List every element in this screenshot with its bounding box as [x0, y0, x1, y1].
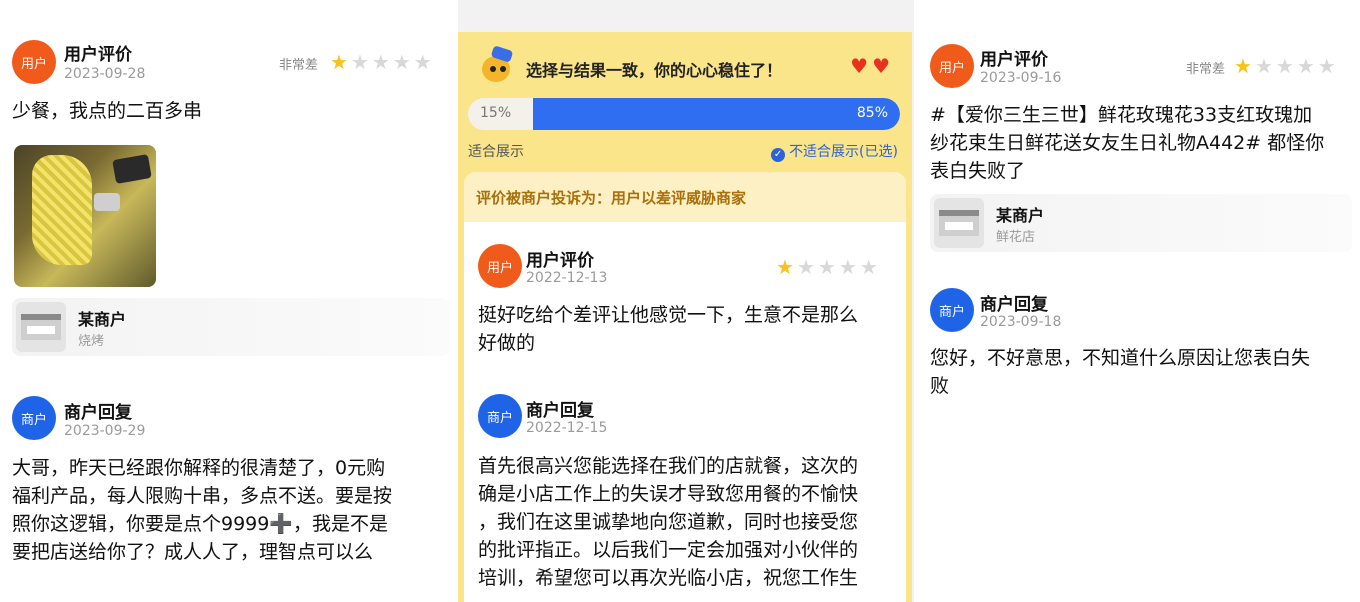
option-unsuitable-label: 不适合展示(已选): [789, 144, 898, 160]
vote-right-percent: 85%: [856, 105, 888, 121]
star-icon: ★: [1275, 54, 1294, 78]
review-panel-right: 用户 用户评价 2023-09-16 非常差 ★ ★ ★ ★ ★ #【爱你三生三…: [914, 0, 1360, 602]
star-icon: ★: [1296, 54, 1315, 78]
vote-left-percent: 15%: [480, 105, 512, 121]
photo-content: [32, 155, 92, 265]
reply-date: 2023-09-18: [980, 314, 1062, 330]
shop-category: 烧烤: [78, 334, 105, 349]
star-icon: ★: [413, 50, 432, 74]
review-line: 纱花束生日鲜花送女友生日礼物A442# 都怪你: [930, 132, 1325, 154]
reply-line: 败: [930, 375, 950, 397]
reply-title: 商户回复: [980, 295, 1048, 315]
star-icon: ★: [776, 255, 794, 279]
review-text: 少餐，我点的二百多串: [12, 100, 203, 122]
reply-line: 首先很高兴您能选择在我们的店就餐，这次的: [478, 455, 859, 477]
review-text: #【爱你三生三世】鲜花玫瑰花33支红玫瑰加 纱花束生日鲜花送女友生日礼物A442…: [930, 101, 1324, 185]
rating-label: 非常差: [279, 58, 319, 73]
shop-name: 某商户: [996, 206, 1045, 225]
photo-content: [112, 154, 152, 184]
shop-card[interactable]: 某商户 鲜花店: [930, 194, 1352, 252]
review-date: 2023-09-28: [64, 66, 146, 82]
reviewer-name: 用户评价: [980, 50, 1048, 70]
verdict-message: 选择与结果一致，你的心心稳住了！: [526, 61, 783, 80]
shop-name: 某商户: [78, 310, 127, 329]
reply-line: 照你这逻辑，你要是点个9999➕，我是不是: [12, 513, 389, 535]
review-date: 2022-12-13: [526, 270, 608, 286]
star-icon: ★: [371, 50, 390, 74]
reply-title: 商户回复: [526, 401, 594, 421]
review-photo[interactable]: [14, 145, 156, 287]
review-panel-left: 用户 用户评价 2023-09-28 非常差 ★ ★ ★ ★ ★ 少餐，我点的二…: [0, 0, 458, 602]
review-line: 表白失败了: [930, 160, 1026, 182]
judgement-panel: 选择与结果一致，你的心心稳住了！ ♥♥ 15% 85% 适合展示 ✓ 不适合展示(…: [458, 32, 912, 602]
star-icon: ★: [350, 50, 369, 74]
reply-line: 要把店送给你了？成人人了，理智点可以么: [12, 541, 374, 563]
option-suitable[interactable]: 适合展示: [468, 141, 524, 161]
merchant-avatar[interactable]: 商户: [930, 288, 974, 332]
star-rating: ★ ★ ★ ★ ★: [330, 51, 432, 73]
shop-logo-icon: [16, 302, 66, 352]
reply-text: 首先很高兴您能选择在我们的店就餐，这次的 确是小店工作上的失误才导致您用餐的不愉…: [478, 452, 858, 592]
star-icon: ★: [796, 255, 815, 279]
review-line: 挺好吃给个差评让他感觉一下，生意不是那么: [478, 304, 859, 326]
reply-text: 大哥，昨天已经跟你解释的很清楚了，0元购 福利产品，每人限购十串，多点不送。要是…: [12, 454, 392, 566]
shop-card[interactable]: 某商户 烧烤: [12, 298, 450, 356]
complaint-card: 评价被商户投诉为：用户以差评威胁商家 用户 用户评价 2022-12-13 ★ …: [464, 172, 906, 602]
option-unsuitable-selected[interactable]: ✓ 不适合展示(已选): [771, 141, 898, 162]
reply-date: 2022-12-15: [526, 420, 608, 436]
review-date: 2023-09-16: [980, 70, 1062, 86]
reply-title: 商户回复: [64, 403, 132, 423]
check-circle-icon: ✓: [771, 148, 786, 162]
star-icon: ★: [330, 50, 348, 74]
review-text: 挺好吃给个差评让他感觉一下，生意不是那么 好做的: [478, 301, 858, 357]
mascot-icon: [478, 45, 516, 86]
reviewer-name: 用户评价: [526, 251, 594, 271]
reply-line: 培训，希望您可以再次光临小店，祝您工作生: [478, 567, 859, 589]
shop-logo-icon: [934, 198, 984, 248]
review-line: 好做的: [478, 332, 536, 354]
reply-line: 您好，不好意思，不知道什么原因让您表白失: [930, 347, 1311, 369]
star-icon: ★: [1234, 54, 1252, 78]
user-avatar[interactable]: 用户: [12, 40, 56, 84]
reply-line: 福利产品，每人限购十串，多点不送。要是按: [12, 485, 393, 507]
merchant-avatar[interactable]: 商户: [12, 396, 56, 440]
reply-text: 您好，不好意思，不知道什么原因让您表白失 败: [930, 344, 1310, 400]
merchant-avatar[interactable]: 商户: [478, 394, 522, 438]
shop-category: 鲜花店: [996, 230, 1036, 245]
star-rating: ★ ★ ★ ★ ★: [1234, 55, 1336, 77]
reply-line: ，我们在这里诚挚地向您道歉，同时也接受您: [478, 511, 859, 533]
hearts-icon: ♥♥: [850, 54, 894, 78]
star-icon: ★: [838, 255, 857, 279]
reply-line: 大哥，昨天已经跟你解释的很清楚了，0元购: [12, 457, 386, 479]
star-icon: ★: [817, 255, 836, 279]
photo-content: [94, 193, 120, 211]
user-avatar[interactable]: 用户: [930, 44, 974, 88]
rating-label: 非常差: [1186, 62, 1226, 77]
star-icon: ★: [392, 50, 411, 74]
star-icon: ★: [1254, 54, 1273, 78]
reply-line: 确是小店工作上的失误才导致您用餐的不愉快: [478, 483, 859, 505]
reviewer-name: 用户评价: [64, 45, 132, 65]
reply-date: 2023-09-29: [64, 423, 146, 439]
vote-progress-bar: 15% 85%: [468, 98, 900, 130]
review-line: #【爱你三生三世】鲜花玫瑰花33支红玫瑰加: [930, 104, 1313, 126]
star-icon: ★: [1317, 54, 1336, 78]
star-icon: ★: [859, 255, 878, 279]
reply-line: 的批评指正。以后我们一定会加强对小伙伴的: [478, 539, 859, 561]
user-avatar[interactable]: 用户: [478, 244, 522, 288]
vote-progress-fill: [532, 98, 900, 130]
star-rating: ★ ★ ★ ★ ★: [776, 256, 878, 278]
complaint-banner: 评价被商户投诉为：用户以差评威胁商家: [464, 172, 906, 222]
